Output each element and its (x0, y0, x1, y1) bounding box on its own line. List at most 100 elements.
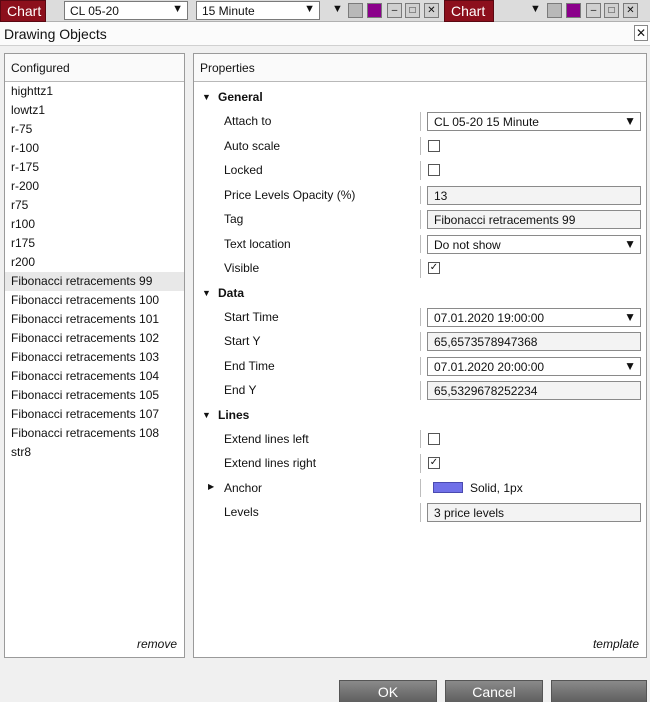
remove-link[interactable]: remove (137, 637, 177, 651)
list-item[interactable]: Fibonacci retracements 102 (5, 329, 184, 348)
list-item[interactable]: Fibonacci retracements 105 (5, 386, 184, 405)
visible-checkbox[interactable]: ✓ (428, 262, 440, 274)
column-divider (420, 210, 421, 229)
attach-to-select[interactable]: CL 05-20 15 Minute ▼ (427, 112, 641, 131)
levels-label: Levels (224, 505, 259, 519)
list-item[interactable]: Fibonacci retracements 103 (5, 348, 184, 367)
maximize-icon[interactable]: □ (604, 3, 619, 18)
extend-right-checkbox[interactable]: ✓ (428, 457, 440, 469)
template-link[interactable]: template (593, 637, 639, 651)
column-divider (420, 136, 421, 155)
auto-scale-checkbox[interactable] (428, 139, 440, 152)
list-item[interactable]: r-75 (5, 120, 184, 139)
list-item[interactable]: lowtz1 (5, 101, 184, 120)
column-divider (420, 161, 421, 180)
opacity-input[interactable]: 13 (427, 185, 641, 205)
column-divider (420, 478, 421, 497)
end-time-picker[interactable]: 07.01.2020 20:00:00 ▼ (427, 356, 641, 376)
close-icon[interactable]: ✕ (634, 25, 648, 41)
color-swatch-purple[interactable] (566, 3, 581, 18)
close-icon[interactable]: ✕ (623, 3, 638, 18)
chart-tab[interactable]: Chart (0, 0, 46, 22)
list-item[interactable]: r175 (5, 234, 184, 253)
instrument-select[interactable]: CL 05-20 ▼ (64, 1, 188, 20)
extend-left-checkbox[interactable] (428, 432, 440, 445)
auto-scale-label: Auto scale (224, 138, 281, 153)
chart-tab-2[interactable]: Chart (444, 0, 494, 22)
anchor-color-swatch[interactable] (433, 481, 463, 493)
prop-tag: Tag Fibonacci retracements 99 (194, 207, 646, 232)
ok-button[interactable]: OK (339, 680, 437, 702)
tag-input[interactable]: Fibonacci retracements 99 (427, 210, 641, 229)
prop-start-y: Start Y 65,6573578947368 (194, 329, 646, 354)
locked-checkbox[interactable] (428, 164, 440, 176)
anchor-value: Solid, 1px (470, 480, 523, 495)
end-y-input[interactable]: 65,5329678252234 (427, 381, 641, 400)
section-lines[interactable]: ▼ Lines (194, 403, 646, 427)
collapse-triangle-icon[interactable]: ▼ (202, 85, 211, 109)
list-item[interactable]: Fibonacci retracements 99 (5, 272, 184, 291)
chevron-down-icon: ▼ (304, 3, 315, 15)
list-item[interactable]: Fibonacci retracements 100 (5, 291, 184, 310)
prop-extend-right: Extend lines right ✓ (194, 451, 646, 476)
minimize-icon[interactable]: – (387, 3, 402, 18)
levels-input[interactable]: 3 price levels (427, 503, 641, 522)
list-item[interactable]: r-175 (5, 158, 184, 177)
color-swatch-purple[interactable] (367, 3, 382, 18)
column-divider (420, 185, 421, 204)
list-item[interactable]: str8 (5, 443, 184, 462)
column-divider (420, 307, 421, 326)
locked-label: Locked (224, 163, 263, 177)
start-time-label: Start Time (224, 309, 279, 324)
anchor-label: Anchor (224, 480, 263, 495)
list-item[interactable]: r75 (5, 196, 184, 215)
prop-extend-left: Extend lines left (194, 427, 646, 452)
section-general[interactable]: ▼ General (194, 85, 646, 109)
list-item[interactable]: Fibonacci retracements 101 (5, 310, 184, 329)
chevron-down-icon: ▼ (624, 358, 636, 373)
list-item[interactable]: r-200 (5, 177, 184, 196)
start-y-label: Start Y (224, 334, 261, 348)
column-divider (420, 332, 421, 351)
color-swatch-gray[interactable] (348, 3, 363, 18)
attach-to-label: Attach to (224, 114, 272, 128)
apply-button[interactable] (551, 680, 647, 702)
column-divider (420, 259, 421, 278)
list-item[interactable]: r100 (5, 215, 184, 234)
start-y-input[interactable]: 65,6573578947368 (427, 332, 641, 351)
configured-panel: Configured highttz1 lowtz1 r-75 r-100 r-175 r… (4, 53, 185, 658)
minimize-icon[interactable]: – (586, 3, 601, 18)
prop-visible: Visible ✓ (194, 256, 646, 281)
list-item[interactable]: Fibonacci retracements 108 (5, 424, 184, 443)
interval-select[interactable]: 15 Minute ▼ (196, 1, 320, 20)
configured-header: Configured (5, 54, 184, 82)
maximize-icon[interactable]: □ (405, 3, 420, 18)
start-time-picker[interactable]: 07.01.2020 19:00:00 ▼ (427, 307, 641, 327)
list-item[interactable]: highttz1 (5, 82, 184, 101)
list-item[interactable]: r-100 (5, 139, 184, 158)
extend-right-label: Extend lines right (224, 456, 317, 470)
close-icon[interactable]: ✕ (424, 3, 439, 18)
collapse-triangle-icon[interactable]: ▼ (202, 403, 211, 427)
dropdown-arrow-icon[interactable]: ▼ (332, 3, 343, 15)
end-time-label: End Time (224, 358, 275, 373)
column-divider (420, 112, 421, 131)
instrument-value: CL 05-20 (70, 4, 119, 18)
dropdown-arrow-icon[interactable]: ▼ (530, 3, 541, 15)
cancel-button[interactable]: Cancel (445, 680, 543, 702)
prop-text-location: Text location Do not show ▼ (194, 232, 646, 257)
dialog-titlebar: Drawing Objects ✕ (0, 22, 650, 46)
list-item[interactable]: Fibonacci retracements 107 (5, 405, 184, 424)
section-data[interactable]: ▼ Data (194, 281, 646, 305)
collapse-triangle-icon[interactable]: ▼ (202, 281, 211, 305)
interval-value: 15 Minute (202, 4, 255, 18)
chevron-down-icon: ▼ (624, 236, 636, 251)
color-swatch-gray[interactable] (547, 3, 562, 18)
visible-label: Visible (224, 261, 260, 275)
expand-triangle-icon[interactable]: ▶ (208, 482, 214, 491)
text-location-value: Do not show (434, 237, 501, 252)
text-location-select[interactable]: Do not show ▼ (427, 234, 641, 254)
list-item[interactable]: Fibonacci retracements 104 (5, 367, 184, 386)
properties-panel: Properties ▼ General Attach to CL 05-20 … (193, 53, 647, 658)
list-item[interactable]: r200 (5, 253, 184, 272)
